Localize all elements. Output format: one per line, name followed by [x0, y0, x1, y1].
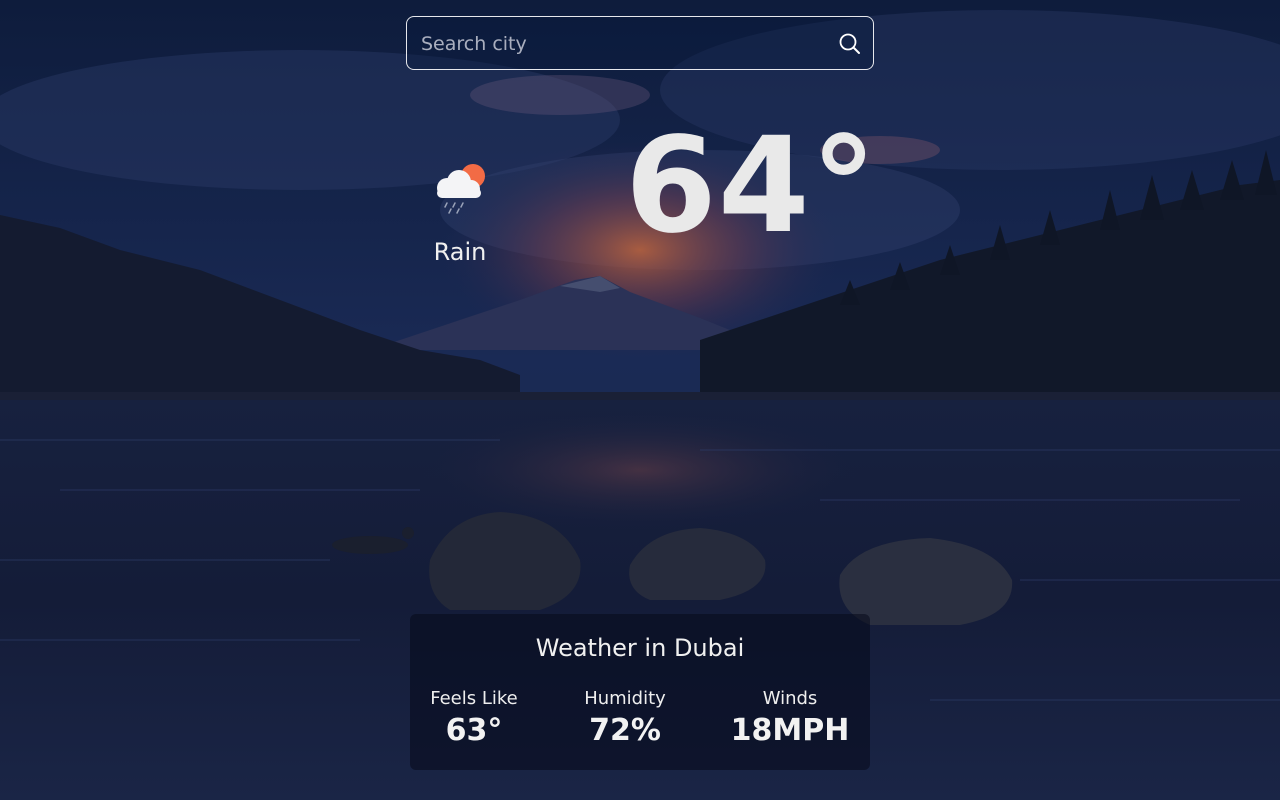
search-bar	[406, 16, 874, 71]
feels-like-value: 63°	[445, 713, 503, 748]
cloud-sun-rain-icon	[431, 158, 489, 216]
location-title: Weather in Dubai	[535, 634, 745, 662]
humidity-value: 72%	[589, 713, 661, 748]
search-input[interactable]	[419, 17, 823, 71]
search-button[interactable]	[837, 31, 863, 57]
winds-stat: Winds 18MPH	[710, 688, 870, 748]
search-icon	[839, 33, 860, 54]
condition-label: Rain	[433, 238, 487, 266]
current-temperature: 64°	[625, 109, 878, 263]
humidity-label: Humidity	[584, 688, 666, 709]
feels-like-label: Feels Like	[430, 688, 518, 709]
winds-label: Winds	[762, 688, 818, 709]
winds-value: 18MPH	[730, 713, 850, 748]
weather-details-card: Weather in Dubai Feels Like 63° Humidity…	[410, 614, 870, 770]
humidity-stat: Humidity 72%	[560, 688, 690, 748]
feels-like-stat: Feels Like 63°	[410, 688, 538, 748]
